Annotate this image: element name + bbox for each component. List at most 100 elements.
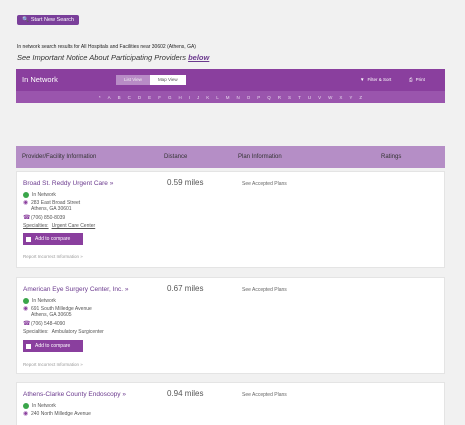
provider-address: ◉ 283 East Broad Street Athens, GA 30601 (23, 200, 80, 212)
view-toggle: List View Map View (116, 75, 186, 85)
provider-card: Athens-Clarke County Endoscopy » 0.94 mi… (16, 382, 445, 425)
see-accepted-plans-link[interactable]: See Accepted Plans (242, 181, 287, 187)
notice-text: See Important Notice About Participating… (17, 53, 189, 62)
alpha-letter[interactable]: G (168, 95, 172, 100)
provider-name-link[interactable]: Broad St. Reddy Urgent Care » (23, 180, 113, 187)
alpha-letter[interactable]: L (216, 95, 219, 100)
search-icon: 🔍 (22, 17, 29, 23)
start-new-search-button[interactable]: 🔍 Start New Search (17, 15, 79, 25)
check-circle-icon (23, 192, 29, 198)
results-header-bar: In Network List View Map View ▼ Filter &… (16, 69, 445, 91)
alpha-letter[interactable]: Y (349, 95, 352, 100)
alpha-letter[interactable]: K (206, 95, 209, 100)
results-column-header: Provider/Facility Information Distance P… (16, 146, 445, 168)
alpha-letter[interactable]: * (99, 95, 101, 100)
check-circle-icon (23, 403, 29, 409)
alpha-letter[interactable]: N (237, 95, 240, 100)
print-button[interactable]: ⎙ Print (409, 77, 425, 82)
alphabet-filter-bar: * A B C D E F G H I J K L M N O P Q R S … (16, 91, 445, 103)
phone-icon: ☎ (23, 215, 31, 221)
page: 🔍 Start New Search In network search res… (0, 0, 465, 425)
provider-name-link[interactable]: American Eye Surgery Center, Inc. » (23, 286, 129, 293)
filter-sort-label: Filter & Sort (367, 77, 392, 82)
compare-checkbox[interactable] (26, 236, 31, 242)
alpha-letter[interactable]: D (138, 95, 141, 100)
alpha-letter[interactable]: I (189, 95, 190, 100)
specialty-label: Specialties: (23, 329, 49, 335)
add-to-compare-label: Add to compare (35, 236, 71, 242)
filter-sort-button[interactable]: ▼ Filter & Sort (360, 77, 391, 82)
results-summary: In network search results for All Hospit… (17, 44, 196, 50)
alpha-letter[interactable]: R (278, 95, 281, 100)
alpha-letter[interactable]: X (339, 95, 342, 100)
provider-specialties: Specialties: Urgent Care Center (23, 223, 95, 229)
add-to-compare-label: Add to compare (35, 343, 71, 349)
provider-distance: 0.67 miles (167, 284, 204, 293)
specialty-value: Ambulatory Surgicenter (51, 329, 104, 335)
alpha-letter[interactable]: M (226, 95, 230, 100)
alpha-letter[interactable]: V (318, 95, 321, 100)
notice-below-link[interactable]: below (188, 53, 209, 62)
map-pin-icon: ◉ (23, 306, 29, 312)
print-label: Print (415, 77, 425, 82)
alpha-letter[interactable]: Z (359, 95, 362, 100)
address-line-2: Athens, GA 30605 (31, 312, 72, 318)
see-accepted-plans-link[interactable]: See Accepted Plans (242, 287, 287, 293)
compare-checkbox[interactable] (26, 343, 31, 349)
col-distance: Distance (164, 154, 188, 160)
add-to-compare-button[interactable]: Add to compare (23, 233, 83, 245)
alpha-letter[interactable]: J (197, 95, 199, 100)
network-label: In Network (32, 192, 56, 198)
alpha-letter[interactable]: E (148, 95, 151, 100)
important-notice: See Important Notice About Participating… (17, 53, 209, 62)
address-line-2: Athens, GA 30601 (31, 206, 72, 212)
map-view-button[interactable]: Map View (149, 75, 186, 85)
col-ratings: Ratings (381, 154, 402, 160)
phone-number[interactable]: (706) 548-4090 (31, 321, 65, 327)
alpha-letter[interactable]: W (328, 95, 332, 100)
col-provider: Provider/Facility Information (22, 154, 97, 160)
provider-address: ◉ 691 South Milledge Avenue Athens, GA 3… (23, 306, 92, 318)
network-status: In Network (23, 298, 56, 304)
provider-phone: ☎ (706) 850-8039 (23, 215, 65, 221)
provider-distance: 0.59 miles (167, 178, 204, 187)
alpha-letter[interactable]: T (298, 95, 301, 100)
alpha-letter[interactable]: C (128, 95, 131, 100)
in-network-title: In Network (22, 75, 58, 84)
start-new-search-label: Start New Search (30, 17, 74, 23)
list-view-button[interactable]: List View (116, 75, 150, 85)
specialty-value: Urgent Care Center (51, 223, 96, 229)
alpha-letter[interactable]: F (158, 95, 161, 100)
alpha-letter[interactable]: U (308, 95, 311, 100)
alpha-letter[interactable]: A (108, 95, 111, 100)
see-accepted-plans-link[interactable]: See Accepted Plans (242, 392, 287, 398)
map-pin-icon: ◉ (23, 200, 29, 206)
provider-distance: 0.94 miles (167, 389, 204, 398)
phone-number[interactable]: (706) 850-8039 (31, 215, 65, 221)
map-pin-icon: ◉ (23, 411, 29, 417)
provider-card: American Eye Surgery Center, Inc. » 0.67… (16, 277, 445, 374)
phone-icon: ☎ (23, 321, 31, 327)
provider-card: Broad St. Reddy Urgent Care » 0.59 miles… (16, 171, 445, 268)
network-label: In Network (32, 403, 56, 409)
provider-address: ◉ 240 North Milledge Avenue (23, 411, 91, 417)
report-incorrect-info-link[interactable]: Report Incorrect Information » (23, 254, 83, 259)
report-incorrect-info-link[interactable]: Report Incorrect Information » (23, 362, 83, 367)
provider-specialties: Specialties: Ambulatory Surgicenter (23, 329, 104, 335)
provider-name-link[interactable]: Athens-Clarke County Endoscopy » (23, 391, 126, 398)
printer-icon: ⎙ (409, 77, 413, 82)
alpha-letter[interactable]: S (288, 95, 291, 100)
provider-phone: ☎ (706) 548-4090 (23, 321, 65, 327)
filter-icon: ▼ (360, 77, 365, 82)
network-status: In Network (23, 192, 56, 198)
col-plan: Plan Information (238, 154, 282, 160)
alpha-letter[interactable]: Q (267, 95, 271, 100)
alpha-letter[interactable]: B (118, 95, 121, 100)
check-circle-icon (23, 298, 29, 304)
alpha-letter[interactable]: O (247, 95, 251, 100)
alpha-letter[interactable]: H (178, 95, 181, 100)
network-status: In Network (23, 403, 56, 409)
network-label: In Network (32, 298, 56, 304)
alpha-letter[interactable]: P (257, 95, 260, 100)
add-to-compare-button[interactable]: Add to compare (23, 340, 83, 352)
